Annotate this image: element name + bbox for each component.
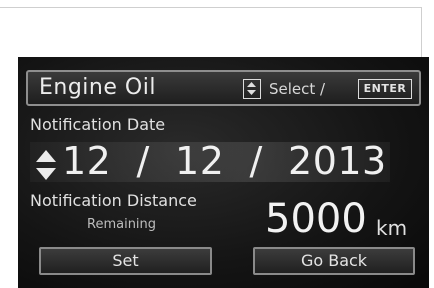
enter-key-icon: ENTER bbox=[358, 79, 412, 99]
remaining-label: Remaining bbox=[87, 217, 157, 232]
distance-unit: km bbox=[376, 216, 408, 240]
date-separator: / bbox=[249, 139, 263, 183]
date-separator: / bbox=[136, 139, 150, 183]
date-month: 12 bbox=[62, 139, 112, 183]
date-updown-arrows-icon[interactable] bbox=[35, 149, 57, 181]
select-hint: Select / bbox=[269, 80, 326, 98]
notification-date-label: Notification Date bbox=[30, 115, 166, 134]
distance-value[interactable]: 5000 bbox=[265, 196, 367, 242]
header-bar: Engine Oil Select / ENTER bbox=[26, 70, 421, 106]
go-back-button[interactable]: Go Back bbox=[253, 247, 415, 275]
updown-arrows-icon bbox=[243, 79, 261, 99]
frame-border-top bbox=[0, 7, 421, 8]
notification-distance-label: Notification Distance bbox=[30, 191, 197, 210]
page-title: Engine Oil bbox=[39, 75, 156, 100]
date-day: 12 bbox=[175, 139, 225, 183]
display-screen: Engine Oil Select / ENTER Notification D… bbox=[18, 57, 429, 288]
notification-date-value[interactable]: 12 / 12 / 2013 bbox=[62, 139, 387, 183]
set-button[interactable]: Set bbox=[39, 247, 212, 275]
date-year: 2013 bbox=[288, 139, 387, 183]
